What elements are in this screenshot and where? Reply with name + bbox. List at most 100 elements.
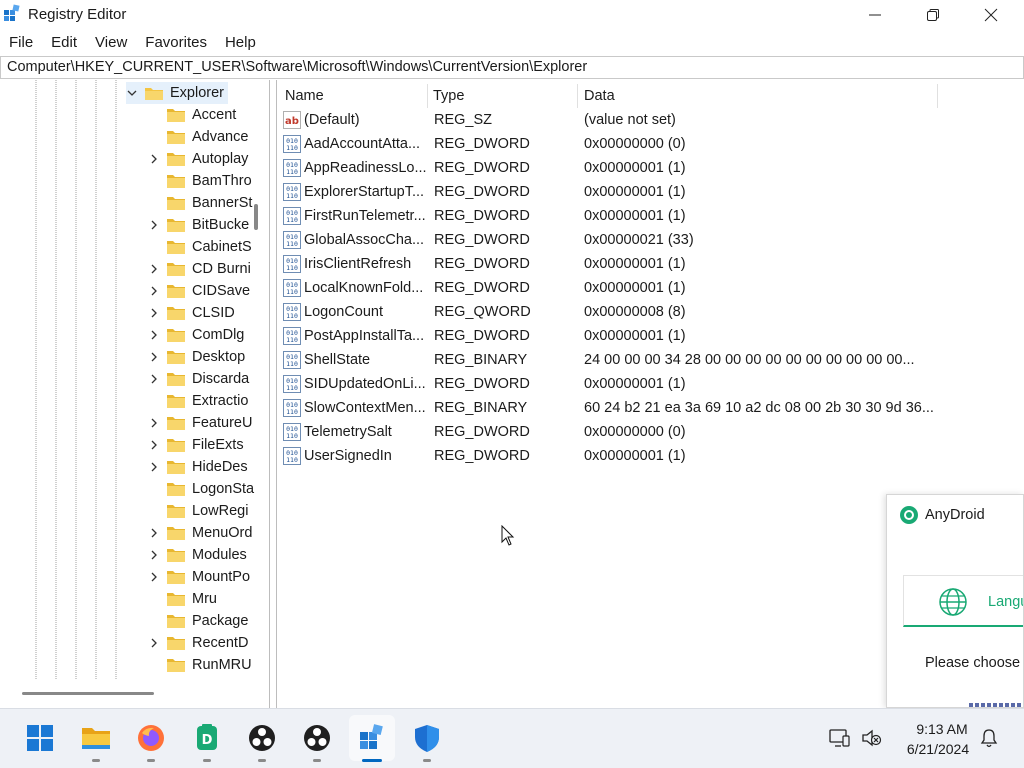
tree-item[interactable]: LogonSta xyxy=(148,478,254,500)
value-name: IrisClientRefresh xyxy=(304,256,412,272)
anydroid-taskbar-button[interactable]: D xyxy=(190,721,224,755)
language-option[interactable]: Langu xyxy=(903,575,1023,627)
value-row[interactable]: 010 110 ShellState REG_BINARY 24 00 00 00 34… xyxy=(277,348,937,372)
folder-icon xyxy=(167,527,185,540)
tree-item[interactable]: RunMRU xyxy=(148,654,252,676)
chevron-right-icon[interactable] xyxy=(148,153,160,165)
tree-item[interactable]: ComDlg xyxy=(148,324,244,346)
tree-item[interactable]: Advance xyxy=(148,126,248,148)
tree-item[interactable]: FeatureU xyxy=(148,412,252,434)
tree-item[interactable]: BamThro xyxy=(148,170,252,192)
tree-item[interactable]: Accent xyxy=(148,104,236,126)
column-header-type[interactable]: Type xyxy=(433,84,573,108)
value-row[interactable]: 010 110 AadAccountAtta... REG_DWORD 0x000000… xyxy=(277,132,937,156)
value-row[interactable]: 010 110 SIDUpdatedOnLi... REG_DWORD 0x000000… xyxy=(277,372,937,396)
clock-time[interactable]: 9:13 AM xyxy=(900,721,984,737)
tree-item[interactable]: CabinetS xyxy=(148,236,252,258)
chevron-right-icon[interactable] xyxy=(148,219,160,231)
chevron-right-icon[interactable] xyxy=(148,571,160,583)
column-header-name[interactable]: Name xyxy=(285,84,425,108)
chevron-right-icon[interactable] xyxy=(148,461,160,473)
tree-item[interactable]: CD Burni xyxy=(148,258,251,280)
tree-item[interactable]: RecentD xyxy=(148,632,248,654)
tree-item[interactable]: Extractio xyxy=(148,390,248,412)
menu-view[interactable]: View xyxy=(86,34,136,51)
tree-item-explorer[interactable]: Explorer xyxy=(126,82,228,104)
close-button[interactable] xyxy=(962,0,1020,30)
registry-editor-taskbar-button[interactable] xyxy=(356,721,390,755)
restore-button[interactable] xyxy=(904,0,962,30)
tree-item[interactable]: CIDSave xyxy=(148,280,250,302)
tree-item[interactable]: Modules xyxy=(148,544,247,566)
tree-item[interactable]: LowRegi xyxy=(148,500,248,522)
value-row[interactable]: 010 110 LocalKnownFold... REG_DWORD 0x000000… xyxy=(277,276,937,300)
value-row[interactable]: 010 110 SlowContextMen... REG_BINARY 60 24 b… xyxy=(277,396,937,420)
anydroid-popup[interactable]: AnyDroid Langu Please choose xyxy=(886,494,1024,708)
chevron-right-icon[interactable] xyxy=(148,637,160,649)
tree-item[interactable]: Autoplay xyxy=(148,148,248,170)
chevron-right-icon[interactable] xyxy=(148,263,160,275)
chevron-right-icon[interactable] xyxy=(148,527,160,539)
tree-item[interactable]: BannerSt xyxy=(148,192,252,214)
title-bar: Registry Editor xyxy=(0,0,1024,30)
clock-date[interactable]: 6/21/2024 xyxy=(892,741,984,757)
taskbar: D 9:13 AM 6/21/2024 xyxy=(0,708,1024,768)
tree-item[interactable]: Mru xyxy=(148,588,217,610)
value-row[interactable]: 010 110 TelemetrySalt REG_DWORD 0x00000000 (… xyxy=(277,420,937,444)
start-button[interactable] xyxy=(23,721,57,755)
obs-button[interactable] xyxy=(245,721,279,755)
tree-item[interactable]: Discarda xyxy=(148,368,249,390)
column-header-data[interactable]: Data xyxy=(584,84,924,108)
file-explorer-button[interactable] xyxy=(79,721,113,755)
tree-item[interactable]: Package xyxy=(148,610,248,632)
value-row[interactable]: 010 110 AppReadinessLo... REG_DWORD 0x000000… xyxy=(277,156,937,180)
tree-item[interactable]: BitBucke xyxy=(148,214,249,236)
chevron-right-icon[interactable] xyxy=(148,329,160,341)
menu-file[interactable]: File xyxy=(0,34,42,51)
value-row[interactable]: 010 110 PostAppInstallTa... REG_DWORD 0x0000… xyxy=(277,324,937,348)
folder-icon xyxy=(167,549,185,562)
value-row[interactable]: 010 110 IrisClientRefresh REG_DWORD 0x000000… xyxy=(277,252,937,276)
value-row[interactable]: 010 110 GlobalAssocCha... REG_DWORD 0x000000… xyxy=(277,228,937,252)
svg-text:110: 110 xyxy=(286,456,298,464)
tree-vertical-scrollbar[interactable] xyxy=(254,204,258,230)
tree-item[interactable]: Desktop xyxy=(148,346,245,368)
address-bar[interactable]: Computer\HKEY_CURRENT_USER\Software\Micr… xyxy=(0,56,1024,79)
menu-edit[interactable]: Edit xyxy=(42,34,86,51)
chevron-right-icon[interactable] xyxy=(148,351,160,363)
column-separator[interactable] xyxy=(427,84,428,108)
column-separator[interactable] xyxy=(937,84,938,108)
folder-open-icon xyxy=(145,88,163,100)
key-tree-pane[interactable]: Explorer Accent Advance Autoplay BamThro Ban… xyxy=(0,80,270,708)
chevron-right-icon[interactable] xyxy=(148,439,160,451)
value-data: 0x00000001 (1) xyxy=(584,448,686,464)
value-row[interactable]: 010 110 LogonCount REG_QWORD 0x00000008 (8) xyxy=(277,300,937,324)
tree-item[interactable]: FileExts xyxy=(148,434,244,456)
value-row[interactable]: 010 110 FirstRunTelemetr... REG_DWORD 0x0000… xyxy=(277,204,937,228)
minimize-button[interactable] xyxy=(846,0,904,30)
tree-horizontal-scrollbar[interactable] xyxy=(22,692,154,695)
windows-security-button[interactable] xyxy=(410,721,444,755)
obs-button-2[interactable] xyxy=(300,721,334,755)
tree-item-label: Discarda xyxy=(192,371,250,387)
tree-item[interactable]: MountPo xyxy=(148,566,250,588)
display-settings-icon[interactable] xyxy=(828,727,850,749)
chevron-right-icon[interactable] xyxy=(148,285,160,297)
notifications-bell-icon[interactable] xyxy=(978,727,1000,749)
tree-item[interactable]: MenuOrd xyxy=(148,522,252,544)
value-row[interactable]: 010 110 UserSignedIn REG_DWORD 0x00000001 (1… xyxy=(277,444,937,468)
chevron-right-icon[interactable] xyxy=(148,549,160,561)
firefox-button[interactable] xyxy=(134,721,168,755)
tree-item[interactable]: HideDes xyxy=(148,456,248,478)
value-data: 0x00000001 (1) xyxy=(584,208,686,224)
value-row[interactable]: 010 110 ExplorerStartupT... REG_DWORD 0x0000… xyxy=(277,180,937,204)
volume-muted-icon[interactable] xyxy=(860,727,882,749)
column-separator[interactable] xyxy=(577,84,578,108)
menu-favorites[interactable]: Favorites xyxy=(136,34,216,51)
chevron-right-icon[interactable] xyxy=(148,417,160,429)
tree-item[interactable]: CLSID xyxy=(148,302,235,324)
chevron-right-icon[interactable] xyxy=(148,373,160,385)
menu-help[interactable]: Help xyxy=(216,34,265,51)
chevron-right-icon[interactable] xyxy=(148,307,160,319)
value-row[interactable]: ab (Default) REG_SZ (value not set) xyxy=(277,108,937,132)
